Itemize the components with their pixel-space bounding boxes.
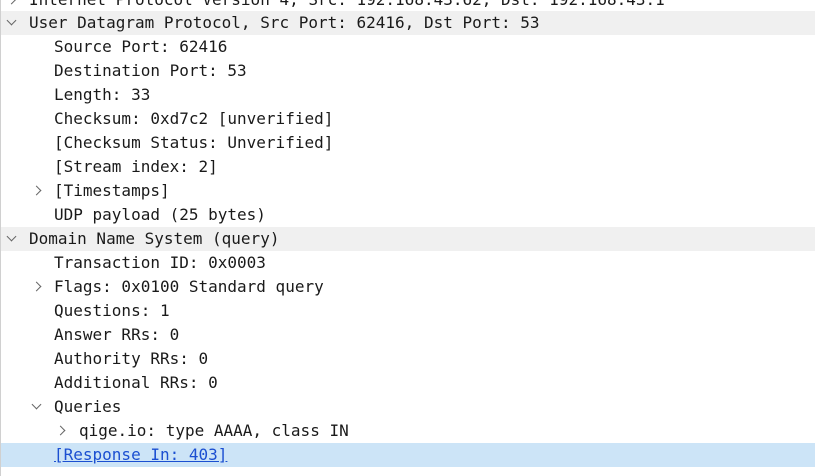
tree-row-response-in-link[interactable]: [Response In: 403] [1,443,815,467]
tree-row-stream-index[interactable]: [Stream index: 2] [1,155,815,179]
tree-row-query-entry[interactable]: qige.io: type AAAA, class IN [1,419,815,443]
tree-row-label: Transaction ID: 0x0003 [54,253,266,272]
tree-row-authority-rrs[interactable]: Authority RRs: 0 [1,347,815,371]
tree-row-source-port[interactable]: Source Port: 62416 [1,35,815,59]
tree-row-label: Authority RRs: 0 [54,349,209,368]
chevron-down-icon[interactable] [30,395,44,419]
tree-row-label: qige.io: type AAAA, class IN [79,421,349,440]
tree-row-label: Source Port: 62416 [54,37,228,56]
tree-row-checksum-status[interactable]: [Checksum Status: Unverified] [1,131,815,155]
tree-row-destination-port[interactable]: Destination Port: 53 [1,59,815,83]
chevron-right-icon[interactable] [30,179,44,203]
tree-row-label: Questions: 1 [54,301,170,320]
response-in-link[interactable]: [Response In: 403] [54,443,227,467]
tree-row-label: Answer RRs: 0 [54,325,180,344]
tree-row-label: Domain Name System (query) [29,229,280,248]
tree-row-timestamps[interactable]: [Timestamps] [1,179,815,203]
chevron-right-icon[interactable] [30,275,44,299]
chevron-down-icon[interactable] [5,11,19,35]
tree-row-udp[interactable]: User Datagram Protocol, Src Port: 62416,… [1,11,815,35]
tree-row-additional-rrs[interactable]: Additional RRs: 0 [1,371,815,395]
tree-row-checksum[interactable]: Checksum: 0xd7c2 [unverified] [1,107,815,131]
tree-row-label: Destination Port: 53 [54,61,247,80]
tree-row-transaction-id[interactable]: Transaction ID: 0x0003 [1,251,815,275]
tree-row-label: [Timestamps] [54,181,170,200]
tree-row-questions[interactable]: Questions: 1 [1,299,815,323]
tree-row-label: Checksum: 0xd7c2 [unverified] [54,109,334,128]
tree-row-label: Flags: 0x0100 Standard query [54,277,324,296]
packet-details-tree: Internet Protocol Version 4, Src: 192.16… [0,0,815,476]
tree-row-label: Length: 33 [54,85,151,104]
tree-row-label: [Stream index: 2] [54,157,218,176]
tree-row-answer-rrs[interactable]: Answer RRs: 0 [1,323,815,347]
tree-row-dns[interactable]: Domain Name System (query) [1,227,815,251]
chevron-down-icon[interactable] [5,227,19,251]
tree-row-label: [Checksum Status: Unverified] [54,133,334,152]
tree-row-length[interactable]: Length: 33 [1,83,815,107]
tree-row-label: Queries [54,397,122,416]
chevron-right-icon[interactable] [54,419,68,443]
tree-row-label: Additional RRs: 0 [54,373,218,392]
tree-row-label: User Datagram Protocol, Src Port: 62416,… [29,13,540,32]
tree-row-udp-payload[interactable]: UDP payload (25 bytes) [1,203,815,227]
tree-row-flags[interactable]: Flags: 0x0100 Standard query [1,275,815,299]
tree-row-queries[interactable]: Queries [1,395,815,419]
tree-row-label: UDP payload (25 bytes) [54,205,266,224]
